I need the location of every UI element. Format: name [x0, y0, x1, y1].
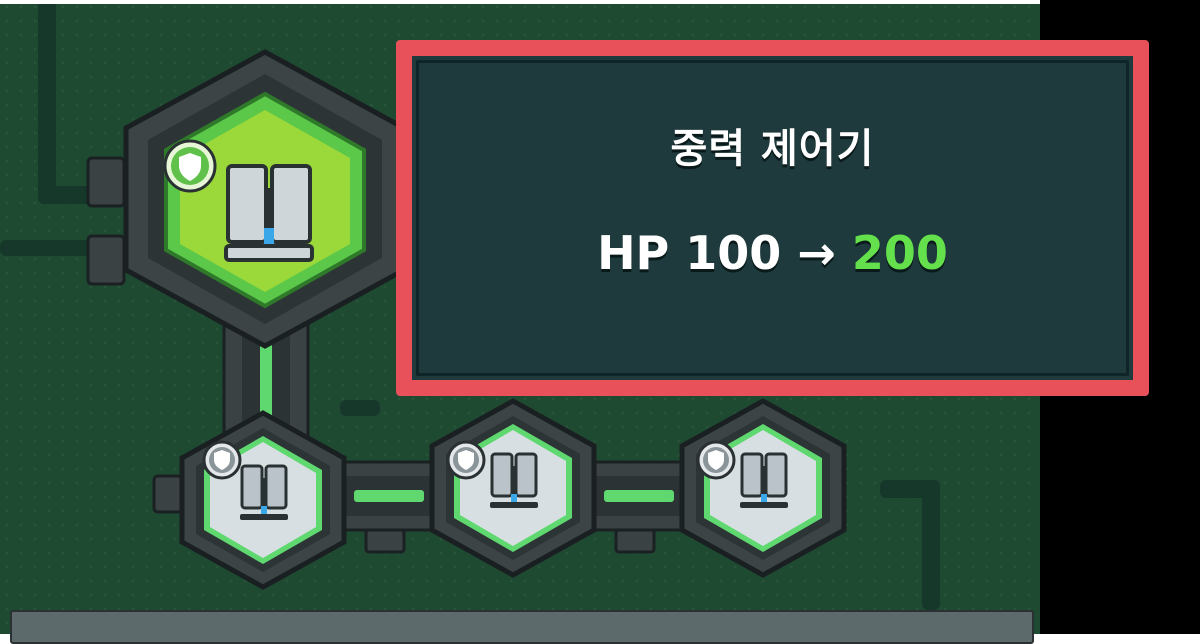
arrow-icon: →: [797, 226, 836, 280]
tooltip-inner-frame: [416, 60, 1129, 376]
bg-pipe: [922, 480, 940, 610]
hex-frame: [679, 398, 847, 578]
hex-frame: [429, 398, 597, 578]
skill-node-4[interactable]: [678, 398, 848, 578]
skill-tooltip: 중력 제어기 HP 100 → 200: [396, 40, 1149, 396]
shield-icon: [202, 440, 242, 480]
hex-frame: [123, 49, 407, 349]
bottom-panel: [10, 610, 1034, 644]
shield-icon: [696, 440, 736, 480]
shield-icon: [163, 139, 217, 193]
bg-pipe: [0, 240, 120, 256]
stat-label: HP: [597, 226, 670, 280]
top-edge: [0, 0, 1040, 4]
stat-old-value: 100: [685, 226, 782, 280]
bg-pipe: [38, 0, 56, 200]
hex-frame: [179, 410, 347, 590]
skill-node-gravity-controller[interactable]: [120, 48, 410, 349]
stat-change-row: HP 100 → 200: [412, 226, 1133, 280]
skill-node-3[interactable]: [428, 398, 598, 578]
skill-node-2[interactable]: [178, 410, 348, 590]
tooltip-title: 중력 제어기: [670, 126, 875, 172]
stat-new-value: 200: [851, 226, 948, 280]
shield-icon: [446, 440, 486, 480]
